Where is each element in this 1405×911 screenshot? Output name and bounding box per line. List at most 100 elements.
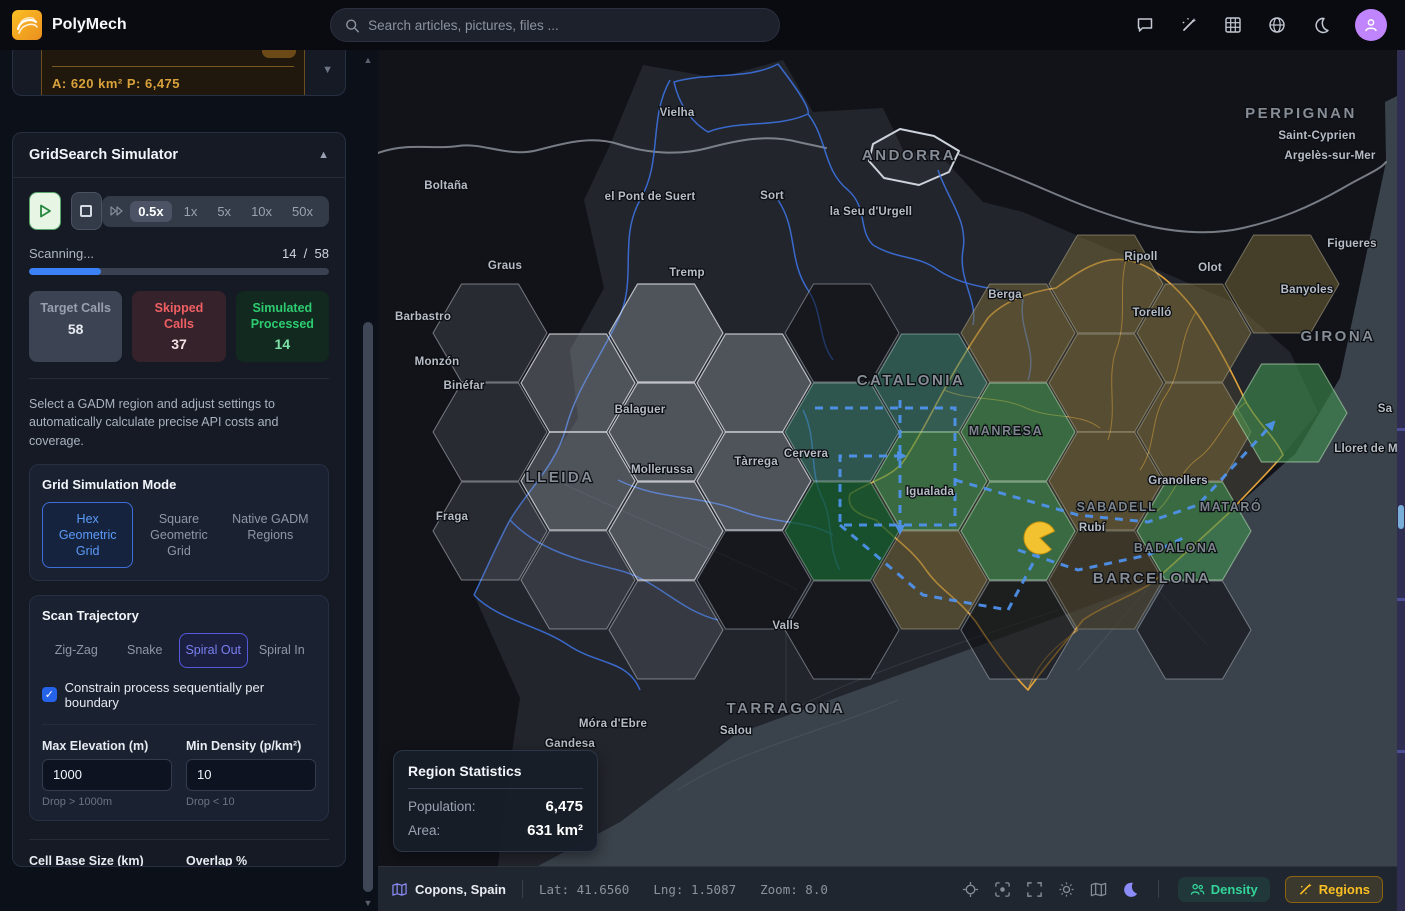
chevron-up-icon[interactable]: ▲ — [318, 149, 329, 161]
scroll-up-icon[interactable]: ▲ — [362, 56, 374, 64]
map-label: GIRONA — [1301, 328, 1376, 345]
center-focus-icon[interactable] — [994, 881, 1011, 898]
region-statistics-panel: Region Statistics Population: 6,475 Area… — [393, 750, 598, 852]
speed-option-1x[interactable]: 1x — [176, 201, 206, 222]
map-label: el Pont de Suert — [605, 191, 696, 203]
min-density-input[interactable] — [186, 759, 316, 791]
scrollbar-thumb[interactable] — [363, 322, 373, 892]
map-label: ANDORRA — [862, 147, 956, 164]
map-label: Mollerussa — [631, 464, 693, 476]
speed-option-0.5x[interactable]: 0.5x — [130, 201, 171, 222]
area-value: 631 km² — [527, 822, 583, 839]
regions-label: Regions — [1319, 882, 1370, 897]
search-input[interactable] — [368, 18, 765, 33]
page-scrollbar-thumb[interactable] — [1398, 505, 1404, 529]
progress-status-label: Scanning... — [29, 246, 94, 261]
polymech-logo-icon — [12, 10, 42, 40]
chevron-down-icon[interactable]: ▼ — [322, 64, 333, 76]
stop-button[interactable] — [71, 192, 103, 230]
people-icon — [1190, 883, 1205, 896]
map-label: Salou — [720, 725, 752, 737]
max-elevation-input[interactable] — [42, 759, 172, 791]
option-snake[interactable]: Snake — [111, 633, 180, 667]
panel-title: GridSearch Simulator — [29, 147, 178, 163]
magic-wand-icon[interactable] — [1179, 15, 1199, 35]
latitude-readout: Lat: 41.6560 — [539, 882, 629, 897]
locate-icon[interactable] — [962, 881, 979, 898]
map-label: Sa — [1378, 403, 1393, 415]
map-icon — [392, 882, 407, 897]
regions-toggle-button[interactable]: Regions — [1285, 876, 1383, 903]
min-density-hint: Drop < 10 — [186, 796, 316, 808]
cell-base-size-label: Cell Base Size (km) — [29, 854, 172, 867]
region-peek-inner: A: 620 km² P: 6,475 — [41, 50, 305, 96]
map-label: Vielha — [660, 107, 695, 119]
grid-mode-card: Grid Simulation Mode Hex Geometric GridS… — [29, 464, 329, 582]
brand[interactable]: PolyMech — [0, 10, 330, 40]
stop-icon — [80, 205, 92, 217]
zoom-readout: Zoom: 8.0 — [760, 882, 828, 897]
basemap-icon[interactable] — [1090, 881, 1107, 898]
fullscreen-icon[interactable] — [1026, 881, 1043, 898]
option-spiral-out[interactable]: Spiral Out — [179, 633, 248, 667]
simulator-header[interactable]: GridSearch Simulator ▲ — [13, 133, 345, 178]
peek-badge — [262, 50, 296, 58]
location-indicator[interactable]: Copons, Spain — [392, 882, 506, 897]
speed-option-10x[interactable]: 10x — [243, 201, 280, 222]
global-search[interactable] — [330, 8, 780, 42]
speed-selector: 0.5x1x5x10x50x — [102, 196, 329, 227]
map-canvas[interactable]: CATALONIALLEIDAGIRONATARRAGONABARCELONAP… — [378, 50, 1397, 866]
sidebar-scrollbar[interactable]: ▲ ▼ — [358, 50, 378, 911]
map-label: Igualada — [906, 486, 955, 498]
option-native-gadm-regions[interactable]: Native GADM Regions — [225, 502, 316, 569]
location-name: Copons, Spain — [415, 882, 506, 897]
map-label: Berga — [988, 289, 1022, 301]
map-label: Lloret de M — [1334, 443, 1397, 455]
progress-bar — [29, 268, 329, 275]
grid-mode-options: Hex Geometric GridSquare Geometric GridN… — [42, 502, 316, 569]
map-label: Binéfar — [443, 380, 484, 392]
map-label: MANRESA — [969, 424, 1043, 438]
trajectory-options: Zig-ZagSnakeSpiral OutSpiral In — [42, 633, 316, 667]
peek-stats-text: A: 620 km² P: 6,475 — [52, 76, 294, 91]
region-peek-card[interactable]: A: 620 km² P: 6,475 ▼ — [12, 50, 346, 96]
stat-card-simulated-processed[interactable]: Simulated Processed14 — [236, 291, 329, 362]
chat-icon[interactable] — [1135, 15, 1155, 35]
speed-option-50x[interactable]: 50x — [284, 201, 321, 222]
option-square-geometric-grid[interactable]: Square Geometric Grid — [133, 502, 224, 569]
map-label: Tàrrega — [734, 456, 778, 468]
page-scrollbar[interactable] — [1397, 50, 1405, 911]
map-label: Ripoll — [1124, 251, 1157, 263]
map-label: Gandesa — [545, 738, 595, 750]
density-toggle-button[interactable]: Density — [1178, 877, 1270, 902]
scroll-down-icon[interactable]: ▼ — [362, 899, 374, 907]
map-label: Cervera — [784, 448, 829, 460]
option-hex-geometric-grid[interactable]: Hex Geometric Grid — [42, 502, 133, 569]
map-label: Olot — [1198, 262, 1222, 274]
topbar-actions — [1135, 9, 1405, 41]
scan-trajectory-label: Scan Trajectory — [42, 608, 316, 623]
map-label: Boltaña — [424, 180, 468, 192]
constrain-checkbox[interactable]: ✓ — [42, 687, 57, 702]
speed-option-5x[interactable]: 5x — [209, 201, 239, 222]
brand-name: PolyMech — [52, 16, 127, 34]
user-avatar[interactable] — [1355, 9, 1387, 41]
option-zig-zag[interactable]: Zig-Zag — [42, 633, 111, 667]
dark-mode-icon[interactable] — [1311, 15, 1331, 35]
map-label: Móra d'Ebre — [579, 718, 647, 730]
map-label: Graus — [488, 260, 522, 272]
map-label: Banyoles — [1281, 284, 1334, 296]
search-icon — [345, 18, 359, 33]
stat-card-skipped-calls[interactable]: Skipped Calls37 — [132, 291, 225, 362]
option-spiral-in[interactable]: Spiral In — [248, 633, 317, 667]
apps-grid-icon[interactable] — [1223, 15, 1243, 35]
map-label: Valls — [772, 620, 799, 632]
globe-icon[interactable] — [1267, 15, 1287, 35]
map-dark-mode-icon[interactable] — [1122, 881, 1139, 898]
map-label: Saint-Cyprien — [1278, 130, 1355, 142]
brightness-icon[interactable] — [1058, 881, 1075, 898]
grid-mode-label: Grid Simulation Mode — [42, 477, 316, 492]
panel-description: Select a GADM region and adjust settings… — [29, 395, 329, 449]
stat-card-target-calls[interactable]: Target Calls58 — [29, 291, 122, 362]
play-button[interactable] — [29, 192, 61, 230]
